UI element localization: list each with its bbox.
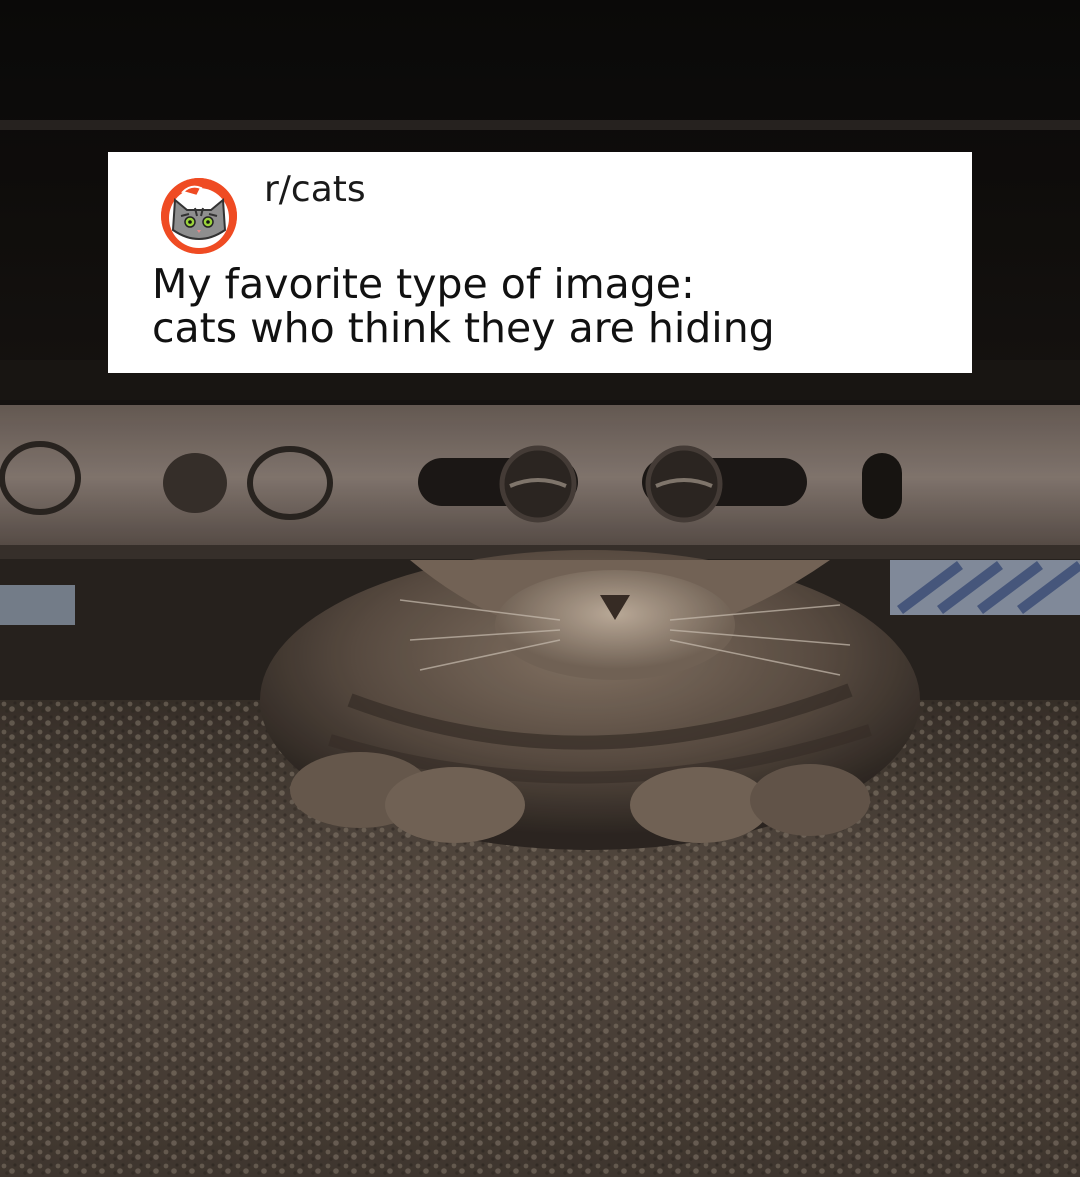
subreddit-name[interactable]: r/cats (264, 168, 366, 212)
post-title-line-1: My favorite type of image: (152, 260, 695, 308)
reddit-post-card: r/cats My favorite type of image: cats w… (108, 152, 972, 373)
cat-face-icon (161, 178, 237, 254)
post-title: My favorite type of image: cats who thin… (152, 262, 952, 350)
post-title-line-2: cats who think they are hiding (152, 304, 775, 352)
subreddit-avatar[interactable] (161, 178, 237, 254)
